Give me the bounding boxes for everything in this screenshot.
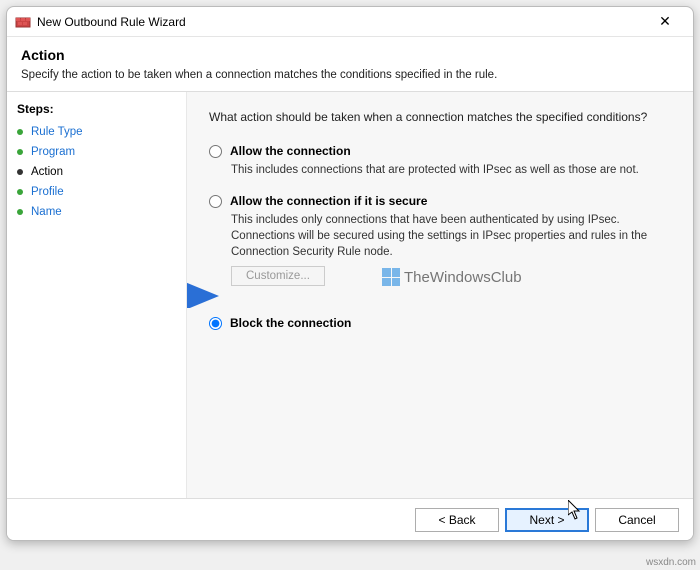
step-label: Name [31, 206, 62, 218]
step-label: Action [31, 166, 63, 178]
titlebar: New Outbound Rule Wizard ✕ [7, 7, 693, 37]
wizard-footer: < Back Next > Cancel [7, 498, 693, 540]
bullet-icon [17, 189, 23, 195]
page-subtitle: Specify the action to be taken when a co… [21, 69, 679, 81]
radio-allow-secure[interactable] [209, 195, 222, 208]
option-allow-secure: Allow the connection if it is secure Thi… [209, 194, 671, 286]
step-action[interactable]: Action [13, 162, 180, 182]
wizard-header: Action Specify the action to be taken wh… [7, 37, 693, 91]
radio-allow-label: Allow the connection [230, 144, 351, 158]
content-panel: What action should be taken when a conne… [187, 92, 693, 498]
radio-allow-secure-desc: This includes only connections that have… [231, 212, 671, 260]
radio-allow[interactable] [209, 145, 222, 158]
next-button[interactable]: Next > [505, 508, 589, 532]
step-rule-type[interactable]: Rule Type [13, 122, 180, 142]
page-title: Action [21, 47, 679, 63]
steps-title: Steps: [13, 100, 180, 118]
firewall-icon [15, 14, 31, 30]
bullet-icon [17, 129, 23, 135]
radio-allow-secure-row[interactable]: Allow the connection if it is secure [209, 194, 671, 208]
step-label: Profile [31, 186, 64, 198]
step-label: Rule Type [31, 126, 83, 138]
bullet-icon [17, 209, 23, 215]
step-label: Program [31, 146, 75, 158]
radio-allow-row[interactable]: Allow the connection [209, 144, 671, 158]
radio-allow-secure-label: Allow the connection if it is secure [230, 194, 427, 208]
step-name[interactable]: Name [13, 202, 180, 222]
question-text: What action should be taken when a conne… [209, 110, 671, 124]
back-button[interactable]: < Back [415, 508, 499, 532]
option-allow: Allow the connection This includes conne… [209, 144, 671, 178]
wizard-window: New Outbound Rule Wizard ✕ Action Specif… [6, 6, 694, 541]
step-program[interactable]: Program [13, 142, 180, 162]
radio-block[interactable] [209, 317, 222, 330]
steps-panel: Steps: Rule Type Program Action Profile … [7, 92, 187, 498]
close-button[interactable]: ✕ [645, 13, 685, 30]
source-label: wsxdn.com [646, 557, 696, 568]
option-block: Block the connection [209, 316, 671, 330]
wizard-body: Steps: Rule Type Program Action Profile … [7, 92, 693, 498]
customize-button: Customize... [231, 266, 325, 286]
step-profile[interactable]: Profile [13, 182, 180, 202]
radio-block-row[interactable]: Block the connection [209, 316, 671, 330]
bullet-icon [17, 149, 23, 155]
window-title: New Outbound Rule Wizard [37, 15, 645, 29]
radio-allow-desc: This includes connections that are prote… [231, 162, 671, 178]
radio-block-label: Block the connection [230, 316, 351, 330]
bullet-icon [17, 169, 23, 175]
cancel-button[interactable]: Cancel [595, 508, 679, 532]
